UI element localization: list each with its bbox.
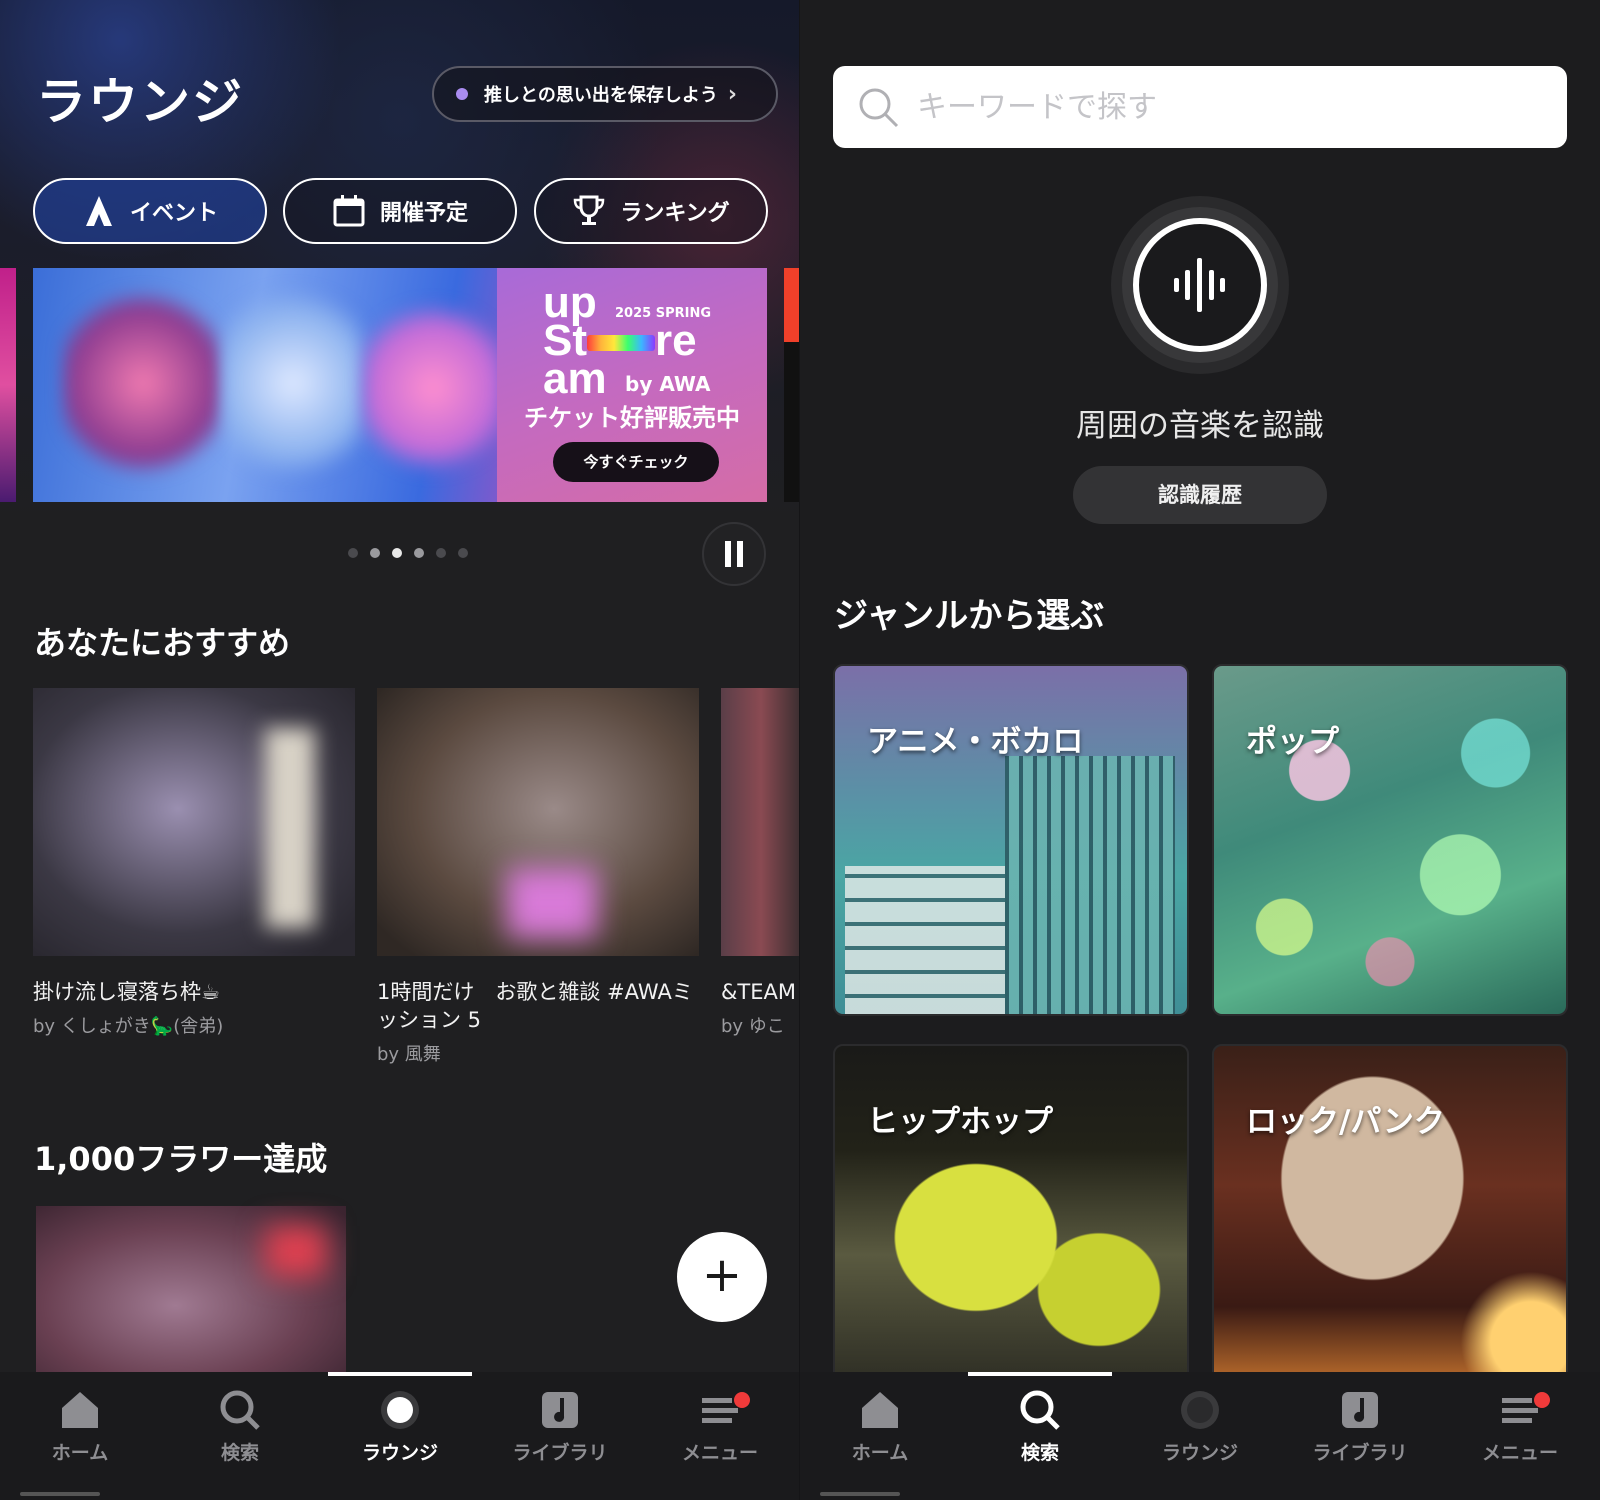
tab-home[interactable]: ホーム xyxy=(0,1372,160,1476)
ranking-button[interactable]: ランキング xyxy=(534,178,768,244)
upstream-promo: up St re am 2025 SPRING by AWA チケット好評販売中 … xyxy=(497,268,767,502)
notification-badge xyxy=(1534,1392,1550,1408)
tent-icon xyxy=(85,196,112,226)
tab-search[interactable]: 検索 xyxy=(160,1372,320,1476)
promo-banner[interactable]: up St re am 2025 SPRING by AWA チケット好評販売中 … xyxy=(33,268,767,502)
carousel-dot[interactable] xyxy=(370,548,380,558)
search-screen: 周囲の音楽を認識 認識履歴 ジャンルから選ぶ アニメ・ボカロ ポップ ヒップホッ… xyxy=(800,0,1600,1500)
genre-label: ロック/パンク xyxy=(1246,1104,1445,1140)
search-input[interactable] xyxy=(917,89,1537,125)
room-thumbnail[interactable] xyxy=(36,1206,346,1372)
schedule-button[interactable]: 開催予定 xyxy=(283,178,517,244)
search-icon xyxy=(1020,1390,1060,1430)
event-label: イベント xyxy=(129,201,218,226)
room-host: by くしょがき🦕(舎弟) xyxy=(33,1016,224,1037)
room-thumbnail[interactable] xyxy=(33,688,355,956)
tab-lounge[interactable]: ラウンジ xyxy=(1120,1372,1280,1476)
calendar-icon xyxy=(333,195,365,227)
chevron-right-icon: › xyxy=(727,81,737,107)
carousel-dot[interactable] xyxy=(436,548,446,558)
genre-card-pop[interactable]: ポップ xyxy=(1212,664,1568,1016)
room-title[interactable]: 1時間だけ お歌と雑談 #AWAミッション 5 xyxy=(377,978,697,1034)
carousel-dot[interactable] xyxy=(348,548,358,558)
genre-label: ヒップホップ xyxy=(867,1104,1053,1140)
tab-search[interactable]: 検索 xyxy=(960,1372,1120,1476)
lounge-screen: ラウンジ 推しとの思い出を保存しよう › イベント 開催予定 ランキング up … xyxy=(0,0,800,1500)
genre-label: アニメ・ボカロ xyxy=(867,724,1084,760)
audio-wave-icon xyxy=(1174,258,1225,312)
lounge-icon xyxy=(381,1391,419,1429)
genre-card-anime-vocaloid[interactable]: アニメ・ボカロ xyxy=(833,664,1189,1016)
tab-lounge[interactable]: ラウンジ xyxy=(320,1372,480,1476)
genre-label: ポップ xyxy=(1246,724,1339,760)
event-button[interactable]: イベント xyxy=(33,178,267,244)
carousel-dot-active[interactable] xyxy=(392,548,402,558)
banner-artwork xyxy=(223,278,363,488)
room-thumbnail[interactable] xyxy=(721,688,800,956)
page-title: ラウンジ xyxy=(36,73,244,131)
search-bar[interactable] xyxy=(833,66,1567,148)
carousel-dots xyxy=(348,548,480,558)
search-icon xyxy=(220,1390,260,1430)
banner-artwork xyxy=(63,288,223,478)
trophy-icon xyxy=(574,195,605,225)
by-awa-label: by AWA xyxy=(625,372,711,396)
banner-previous-peek[interactable] xyxy=(0,268,16,502)
tab-library[interactable]: ライブラリ xyxy=(480,1372,640,1476)
check-now-button[interactable]: 今すぐチェック xyxy=(553,442,719,482)
bottom-tab-bar: ホーム 検索 ラウンジ ライブラリ メニュー xyxy=(800,1372,1600,1500)
carousel-dot[interactable] xyxy=(458,548,468,558)
dot-icon xyxy=(456,88,468,100)
library-icon xyxy=(1342,1392,1378,1428)
lounge-icon xyxy=(1181,1391,1219,1429)
carousel-pause-button[interactable] xyxy=(702,522,766,586)
genre-section-title: ジャンルから選ぶ xyxy=(834,596,1105,636)
pause-icon xyxy=(725,541,731,567)
recognition-history-button[interactable]: 認識履歴 xyxy=(1073,466,1327,524)
tab-menu[interactable]: メニュー xyxy=(640,1372,800,1476)
banner-next-peek[interactable] xyxy=(784,268,800,502)
library-icon xyxy=(542,1392,578,1428)
season-label: 2025 SPRING xyxy=(615,306,711,321)
tab-library[interactable]: ライブラリ xyxy=(1280,1372,1440,1476)
room-thumbnail[interactable] xyxy=(377,688,699,956)
notification-badge xyxy=(734,1392,750,1408)
tab-home[interactable]: ホーム xyxy=(800,1372,960,1476)
home-icon xyxy=(62,1392,98,1428)
memory-promo-label: 推しとの思い出を保存しよう xyxy=(484,85,718,106)
banner-artwork xyxy=(363,298,503,478)
room-host: by 風舞 xyxy=(377,1044,441,1065)
schedule-label: 開催予定 xyxy=(379,201,468,226)
memory-promo-button[interactable]: 推しとの思い出を保存しよう › xyxy=(432,66,778,122)
genre-card-hiphop[interactable]: ヒップホップ xyxy=(833,1044,1189,1396)
search-icon xyxy=(859,88,899,128)
carousel-dot[interactable] xyxy=(414,548,424,558)
recognize-label: 周囲の音楽を認識 xyxy=(1076,408,1324,444)
home-indicator xyxy=(20,1492,100,1496)
ticket-sale-text: チケット好評販売中 xyxy=(524,404,740,432)
room-host: by ゆこ xyxy=(721,1016,785,1037)
genre-card-rock-punk[interactable]: ロック/パンク xyxy=(1212,1044,1568,1396)
flower-section-title: 1,000フラワー達成 xyxy=(34,1140,328,1178)
room-title[interactable]: &TEAM xyxy=(721,978,800,1006)
bottom-tab-bar: ホーム 検索 ラウンジ ライブラリ メニュー xyxy=(0,1372,800,1500)
room-title[interactable]: 掛け流し寝落ち枠☕ xyxy=(33,978,220,1006)
recommend-section-title: あなたにおすすめ xyxy=(34,624,291,662)
home-indicator xyxy=(820,1492,900,1496)
music-recognize-button[interactable] xyxy=(1133,218,1267,352)
home-icon xyxy=(862,1392,898,1428)
tab-menu[interactable]: メニュー xyxy=(1440,1372,1600,1476)
create-room-button[interactable]: + xyxy=(677,1232,767,1322)
ranking-label: ランキング xyxy=(620,201,730,226)
